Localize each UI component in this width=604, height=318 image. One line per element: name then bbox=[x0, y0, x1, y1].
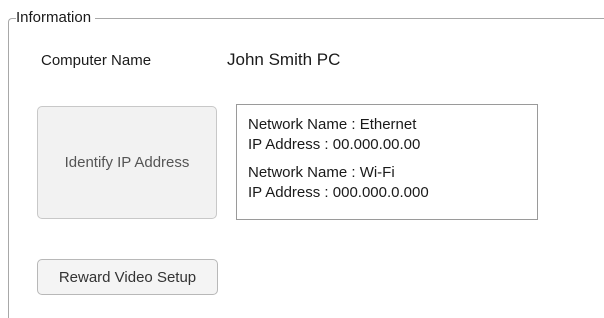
identify-ip-address-label: Identify IP Address bbox=[64, 154, 190, 171]
computer-name-label: Computer Name bbox=[41, 52, 152, 69]
wifi-network-name: Network Name : Wi-Fi bbox=[248, 164, 395, 181]
ethernet-ip-address: IP Address : 00.000.00.00 bbox=[248, 136, 421, 153]
ethernet-info: Network Name : Ethernet IP Address : 00.… bbox=[248, 115, 537, 155]
reward-video-setup-button[interactable]: Reward Video Setup bbox=[37, 259, 218, 295]
computer-name-value: John Smith PC bbox=[227, 50, 341, 69]
wifi-ip-address: IP Address : 000.000.0.000 bbox=[248, 184, 429, 201]
ethernet-network-name: Network Name : Ethernet bbox=[248, 116, 417, 133]
reward-video-setup-label: Reward Video Setup bbox=[58, 268, 197, 286]
wifi-info: Network Name : Wi-Fi IP Address : 000.00… bbox=[248, 163, 537, 203]
information-group-title: Information bbox=[16, 9, 96, 27]
network-info-box: Network Name : Ethernet IP Address : 00.… bbox=[236, 104, 538, 220]
identify-ip-address-button[interactable]: Identify IP Address bbox=[37, 106, 217, 219]
